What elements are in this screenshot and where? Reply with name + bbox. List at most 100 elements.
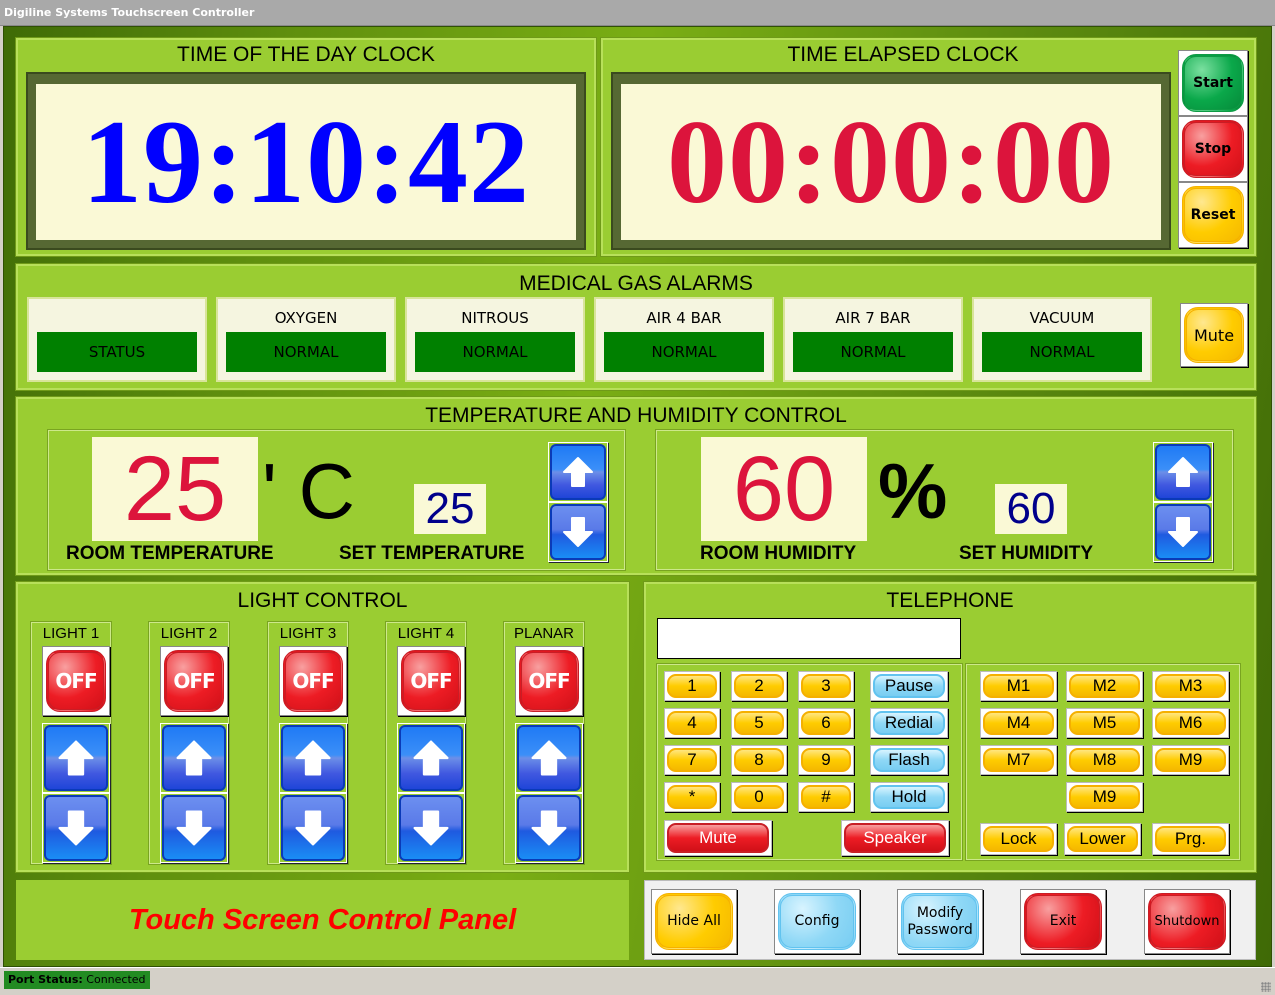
light-brightness-up-button[interactable]: [160, 723, 228, 793]
memory-key[interactable]: M7: [980, 745, 1057, 775]
light-toggle-button[interactable]: OFF: [515, 646, 583, 716]
keypad-key[interactable]: 1: [664, 671, 720, 701]
memory-key-label: M7: [983, 748, 1054, 772]
keypad-key[interactable]: 7: [664, 745, 720, 775]
temperature-unit: ' C: [262, 447, 355, 535]
keypad-key[interactable]: 4: [664, 708, 720, 738]
speaker-label: Speaker: [844, 823, 946, 853]
memory-key[interactable]: M8: [1066, 745, 1143, 775]
memory-key[interactable]: M1: [980, 671, 1057, 701]
phone-function-redial-button[interactable]: Redial: [870, 708, 948, 738]
telephone-number-display[interactable]: [657, 618, 961, 659]
light-brightness-up-button[interactable]: [279, 723, 347, 793]
light-brightness-down-button[interactable]: [42, 793, 110, 863]
memory-key[interactable]: M6: [1152, 708, 1229, 738]
lower-button[interactable]: Lower: [1064, 823, 1141, 855]
shutdown-label: Shutdown: [1148, 893, 1226, 950]
phone-mute-button[interactable]: Mute: [664, 820, 772, 856]
set-humidity-label: SET HUMIDITY: [959, 543, 1094, 564]
temperature-up-button[interactable]: [548, 442, 608, 502]
phone-function-flash-button[interactable]: Flash: [870, 745, 948, 775]
keypad-key-label: 1: [667, 674, 717, 698]
keypad-key-label: 0: [734, 785, 784, 809]
gas-status-header: STATUS: [27, 297, 207, 382]
lower-label: Lower: [1067, 826, 1138, 852]
modify-password-button[interactable]: Modify Password: [897, 889, 983, 954]
humidity-unit: %: [878, 447, 948, 535]
set-humidity-value: 60: [995, 484, 1067, 534]
lock-button[interactable]: Lock: [980, 823, 1057, 855]
light-label: LIGHT 1: [42, 625, 100, 642]
memory-key[interactable]: M5: [1066, 708, 1143, 738]
keypad-key-label: *: [667, 785, 717, 809]
light-toggle-button[interactable]: OFF: [42, 646, 110, 716]
exit-button[interactable]: Exit: [1020, 889, 1106, 954]
resize-grip[interactable]: [1261, 982, 1271, 992]
memory-key[interactable]: M9: [1152, 745, 1229, 775]
keypad-key-label: 4: [667, 711, 717, 735]
memory-key-label: M4: [983, 711, 1054, 735]
arrow-down-icon: [295, 810, 331, 846]
light-brightness-down-button[interactable]: [515, 793, 583, 863]
shutdown-button[interactable]: Shutdown: [1144, 889, 1230, 954]
elapsed-panel: TIME ELAPSED CLOCK 00:00:00: [600, 37, 1257, 257]
light-toggle-button[interactable]: OFF: [160, 646, 228, 716]
light-brightness-down-button[interactable]: [397, 793, 465, 863]
program-button[interactable]: Prg.: [1152, 823, 1229, 855]
keypad-key[interactable]: 5: [731, 708, 787, 738]
alarm-mute-button[interactable]: Mute: [1180, 303, 1248, 367]
memory-key[interactable]: M3: [1152, 671, 1229, 701]
light-state: OFF: [283, 650, 343, 712]
light-state: OFF: [164, 650, 224, 712]
gas-air-4-bar: AIR 4 BAR NORMAL: [594, 297, 774, 382]
humidity-down-button[interactable]: [1153, 502, 1213, 562]
temperature-down-button[interactable]: [548, 502, 608, 562]
keypad-key[interactable]: 9: [798, 745, 854, 775]
light-label: LIGHT 2: [160, 625, 218, 642]
light-brightness-up-button[interactable]: [515, 723, 583, 793]
keypad-key[interactable]: #: [798, 782, 854, 812]
light-toggle-button[interactable]: OFF: [279, 646, 347, 716]
phone-function-pause-button[interactable]: Pause: [870, 671, 948, 701]
keypad-key[interactable]: 6: [798, 708, 854, 738]
status-bar: Port Status: Connected: [0, 967, 1275, 995]
port-status-value: Connected: [86, 973, 146, 986]
port-status: Port Status: Connected: [4, 971, 150, 989]
speaker-button[interactable]: Speaker: [841, 820, 949, 856]
hide-all-button[interactable]: Hide All: [651, 889, 737, 954]
light-brightness-up-button[interactable]: [397, 723, 465, 793]
memory-key-label: M9: [1155, 748, 1226, 772]
arrow-up-icon: [58, 740, 94, 776]
keypad-key[interactable]: *: [664, 782, 720, 812]
light-state: OFF: [46, 650, 106, 712]
light-column: LIGHT 1 OFF: [30, 621, 112, 865]
humidity-up-button[interactable]: [1153, 442, 1213, 502]
light-toggle-button[interactable]: OFF: [397, 646, 465, 716]
reset-label: Reset: [1182, 186, 1244, 244]
light-brightness-down-button[interactable]: [160, 793, 228, 863]
keypad-key[interactable]: 2: [731, 671, 787, 701]
keypad-key[interactable]: 8: [731, 745, 787, 775]
gas-name: AIR 7 BAR: [835, 309, 911, 327]
light-label: LIGHT 4: [397, 625, 455, 642]
keypad-key-label: #: [801, 785, 851, 809]
memory-key[interactable]: M2: [1066, 671, 1143, 701]
start-button[interactable]: Start: [1178, 50, 1248, 116]
light-brightness-up-button[interactable]: [42, 723, 110, 793]
light-control-title: LIGHT CONTROL: [237, 589, 408, 612]
memory-key[interactable]: M4: [980, 708, 1057, 738]
memory-key[interactable]: M9: [1066, 782, 1143, 812]
time-of-day-frame: 19:10:42: [26, 72, 586, 250]
stop-label: Stop: [1182, 120, 1244, 178]
keypad-key[interactable]: 0: [731, 782, 787, 812]
gas-name: NITROUS: [461, 309, 529, 327]
stop-button[interactable]: Stop: [1178, 116, 1248, 182]
phone-function-hold-button[interactable]: Hold: [870, 782, 948, 812]
reset-button[interactable]: Reset: [1178, 182, 1248, 248]
config-button[interactable]: Config: [774, 889, 860, 954]
memory-key-label: M1: [983, 674, 1054, 698]
light-column: PLANAR OFF: [503, 621, 585, 865]
keypad-key[interactable]: 3: [798, 671, 854, 701]
light-brightness-down-button[interactable]: [279, 793, 347, 863]
banner-text: Touch Screen Control Panel: [128, 903, 517, 936]
